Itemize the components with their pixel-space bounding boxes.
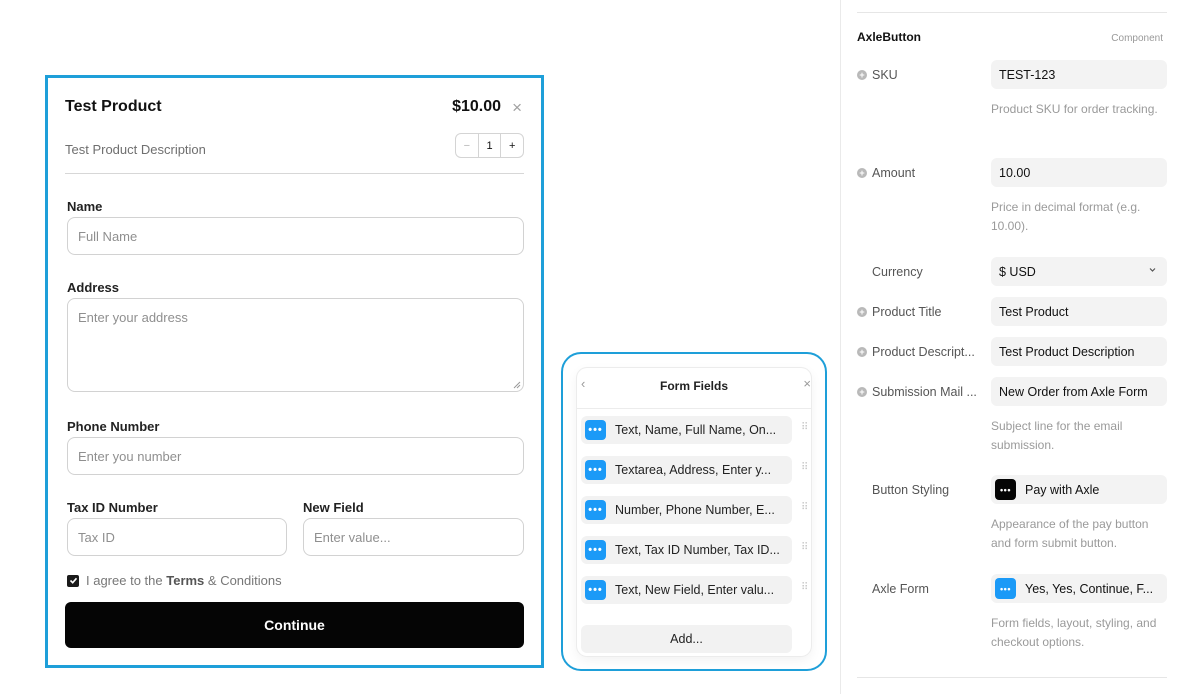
product-title-field[interactable]: Test Product	[991, 297, 1167, 326]
terms-suffix: & Conditions	[204, 573, 282, 588]
properties-panel: AxleButton Component + SKU TEST-123 Prod…	[840, 0, 1182, 694]
form-fields-panel: ‹ Form Fields × ••• Text, Name, Full Nam…	[577, 368, 811, 656]
form-field-item[interactable]: ••• Text, Tax ID Number, Tax ID...	[581, 536, 792, 564]
phone-label: Phone Number	[67, 419, 160, 434]
form-field-item-label: Number, Phone Number, E...	[615, 503, 775, 517]
more-icon: •••	[585, 580, 606, 600]
decrement-button[interactable]: −	[456, 134, 478, 157]
form-fields-title: Form Fields	[659, 379, 728, 393]
design-canvas: Test Product $10.00 × Test Product Descr…	[0, 0, 840, 694]
product-price: $10.00	[452, 98, 501, 115]
amount-help: Price in decimal format (e.g. 10.00).	[991, 200, 1141, 233]
close-icon[interactable]: ×	[512, 98, 522, 118]
check-icon	[69, 577, 77, 584]
chevron-down-icon	[1149, 268, 1156, 272]
amount-label-text: Amount	[872, 166, 916, 180]
button-styling-label: Button Styling	[872, 483, 950, 497]
divider	[857, 677, 1167, 678]
product-title-label-text: Product Title	[872, 305, 942, 319]
plus-icon: +	[857, 347, 867, 357]
product-title: Test Product	[65, 98, 162, 115]
currency-label: Currency	[872, 265, 923, 279]
axle-form-value: Yes, Yes, Continue, F...	[1025, 581, 1154, 596]
form-field-item[interactable]: ••• Textarea, Address, Enter y...	[581, 456, 792, 484]
terms-link[interactable]: Terms	[166, 573, 204, 588]
form-field-item-label: Textarea, Address, Enter y...	[615, 463, 772, 477]
increment-button[interactable]: +	[501, 134, 523, 157]
product-form-card[interactable]: Test Product $10.00 × Test Product Descr…	[45, 75, 544, 668]
resize-grip-icon[interactable]	[513, 381, 521, 389]
quantity-value[interactable]: 1	[477, 134, 502, 157]
continue-button[interactable]: Continue	[65, 602, 524, 648]
more-icon: •••	[585, 460, 606, 480]
product-description: Test Product Description	[65, 142, 206, 157]
submission-mail-label-text: Submission Mail ...	[872, 385, 977, 399]
address-label: Address	[67, 280, 120, 295]
drag-handle-icon[interactable]: ⠿	[801, 583, 809, 597]
axle-form-help: Form fields, layout, styling, and checko…	[991, 616, 1157, 649]
drag-handle-icon[interactable]: ⠿	[801, 463, 809, 477]
currency-value: $ USD	[999, 264, 1036, 279]
terms-checkbox[interactable]	[67, 574, 79, 587]
terms-row: I agree to the Terms & Conditions	[67, 573, 282, 588]
button-styling-field[interactable]: ••• Pay with Axle	[991, 475, 1167, 504]
more-icon: •••	[585, 420, 606, 440]
product-description-label-text: Product Descript...	[872, 345, 975, 359]
amount-label[interactable]: + Amount	[857, 166, 915, 180]
submission-mail-field[interactable]: New Order from Axle Form	[991, 377, 1167, 406]
submission-mail-help: Subject line for the email submission.	[991, 419, 1123, 452]
sku-field[interactable]: TEST-123	[991, 60, 1167, 89]
plus-icon: +	[857, 168, 867, 178]
address-placeholder: Enter your address	[78, 310, 188, 325]
tax-id-input[interactable]: Tax ID	[67, 518, 287, 556]
axle-form-label: Axle Form	[872, 582, 929, 596]
plus-icon: +	[857, 387, 867, 397]
product-description-label[interactable]: + Product Descript...	[857, 345, 975, 359]
name-input[interactable]: Full Name	[67, 217, 524, 255]
close-icon[interactable]: ×	[803, 376, 811, 391]
form-field-item-label: Text, Name, Full Name, On...	[615, 423, 777, 437]
divider	[857, 12, 1167, 13]
divider	[65, 173, 524, 174]
form-field-item-label: Text, New Field, Enter valu...	[615, 583, 775, 597]
sku-label[interactable]: + SKU	[857, 68, 898, 82]
form-fields-popover: ‹ Form Fields × ••• Text, Name, Full Nam…	[561, 352, 827, 671]
name-label: Name	[67, 199, 103, 214]
tax-id-label: Tax ID Number	[67, 500, 158, 515]
phone-input[interactable]: Enter you number	[67, 437, 524, 475]
more-icon: •••	[995, 578, 1016, 599]
button-styling-value: Pay with Axle	[1025, 482, 1100, 497]
new-field-label: New Field	[303, 500, 364, 515]
divider	[577, 408, 811, 409]
amount-field[interactable]: 10.00	[991, 158, 1167, 187]
currency-select[interactable]: $ USD	[991, 257, 1167, 286]
sku-help: Product SKU for order tracking.	[991, 102, 1158, 116]
product-title-label[interactable]: + Product Title	[857, 305, 941, 319]
new-field-input[interactable]: Enter value...	[303, 518, 524, 556]
submission-mail-label[interactable]: + Submission Mail ...	[857, 385, 977, 399]
address-textarea[interactable]: Enter your address	[67, 298, 524, 392]
drag-handle-icon[interactable]: ⠿	[801, 423, 809, 437]
drag-handle-icon[interactable]: ⠿	[801, 503, 809, 517]
form-field-item[interactable]: ••• Number, Phone Number, E...	[581, 496, 792, 524]
form-field-item[interactable]: ••• Text, Name, Full Name, On...	[581, 416, 792, 444]
plus-icon: +	[857, 70, 867, 80]
form-field-item[interactable]: ••• Text, New Field, Enter valu...	[581, 576, 792, 604]
more-icon: •••	[585, 500, 606, 520]
add-field-button[interactable]: Add...	[581, 625, 792, 653]
more-icon: •••	[995, 479, 1016, 500]
terms-prefix: I agree to the	[86, 573, 167, 588]
component-name: AxleButton	[857, 30, 921, 44]
component-kind: Component	[1111, 33, 1163, 44]
sku-label-text: SKU	[872, 68, 898, 82]
quantity-stepper[interactable]: − 1 +	[455, 133, 524, 158]
product-description-field[interactable]: Test Product Description	[991, 337, 1167, 366]
drag-handle-icon[interactable]: ⠿	[801, 543, 809, 557]
more-icon: •••	[585, 540, 606, 560]
button-styling-help: Appearance of the pay button and form su…	[991, 517, 1149, 550]
plus-icon: +	[857, 307, 867, 317]
axle-form-field[interactable]: ••• Yes, Yes, Continue, F...	[991, 574, 1167, 603]
form-field-item-label: Text, Tax ID Number, Tax ID...	[615, 543, 780, 557]
